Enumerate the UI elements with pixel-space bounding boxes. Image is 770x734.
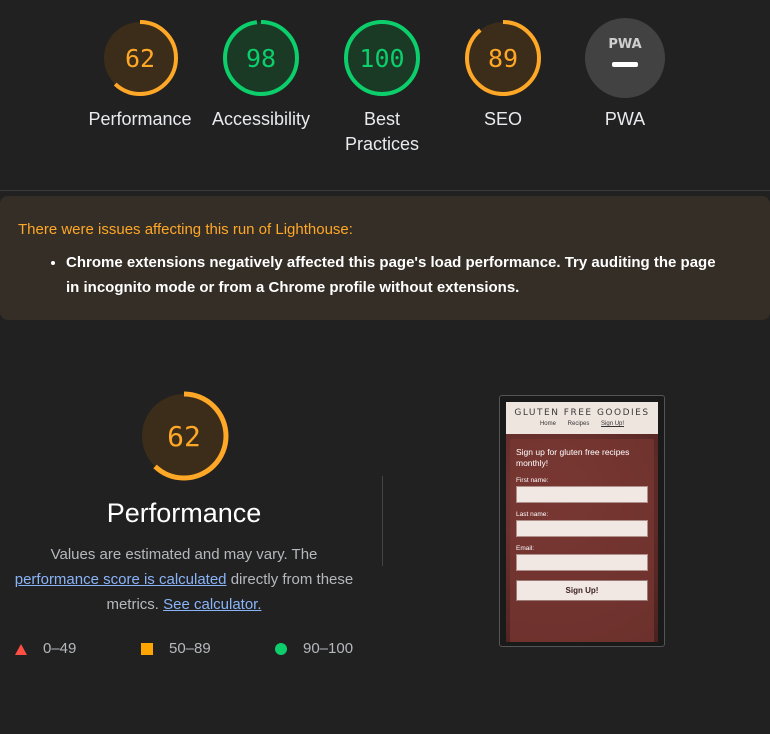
gauge-score: 100 bbox=[359, 44, 404, 73]
form-input bbox=[516, 486, 648, 503]
form-label: Last name: bbox=[516, 511, 549, 518]
triangle-icon bbox=[15, 643, 27, 655]
square-icon bbox=[141, 643, 153, 656]
category-gauges: 62 Performance 98 Accessibility 100 Best… bbox=[0, 0, 770, 191]
form-input bbox=[516, 520, 648, 537]
form-button: Sign Up! bbox=[516, 580, 648, 601]
performance-score: 62 bbox=[167, 420, 201, 453]
screenshot-site: GLUTEN FREE GOODIES Home Recipes Sign Up… bbox=[506, 402, 658, 642]
desc-text-1: Values are estimated and may vary. The bbox=[50, 546, 318, 563]
warning-title: There were issues affecting this run of … bbox=[18, 221, 353, 238]
warning-item: Chrome extensions negatively affected th… bbox=[66, 250, 726, 300]
legend-label: 90–100 bbox=[303, 640, 354, 657]
performance-description: Values are estimated and may vary. The p… bbox=[8, 542, 360, 617]
gauge-pwa[interactable]: PWA PWA bbox=[565, 18, 685, 132]
gauge-performance[interactable]: 62 Performance bbox=[80, 18, 200, 132]
legend-pass: 90–100 bbox=[275, 640, 353, 657]
form-label: Email: bbox=[516, 545, 535, 552]
gauge-label: Accessibility bbox=[211, 109, 311, 129]
legend-fail: 0–49 bbox=[15, 640, 76, 657]
site-signup-form: Sign up for gluten free recipes monthly!… bbox=[510, 439, 654, 642]
gauge-accessibility-ring: 98 bbox=[223, 20, 299, 96]
site-brand: GLUTEN FREE GOODIES bbox=[514, 408, 650, 418]
gauge-score: 98 bbox=[246, 44, 276, 73]
pwa-badge-icon: PWA bbox=[585, 18, 665, 98]
gauge-seo-ring: 89 bbox=[465, 20, 541, 96]
see-calculator-link[interactable]: See calculator. bbox=[163, 596, 261, 613]
site-nav-signup: Sign Up! bbox=[601, 421, 625, 427]
site-hero: Sign up for gluten free recipes monthly!… bbox=[506, 434, 658, 642]
gauge-seo[interactable]: 89 SEO bbox=[443, 18, 563, 132]
gauge-label: SEO bbox=[483, 109, 522, 129]
site-nav-recipes: Recipes bbox=[567, 421, 590, 427]
gauge-score: 89 bbox=[488, 44, 518, 73]
gauge-score: 62 bbox=[125, 44, 155, 73]
legend-average: 50–89 bbox=[141, 640, 211, 657]
gauge-best-practices-ring: 100 bbox=[344, 20, 420, 96]
performance-gauge[interactable]: 62 bbox=[138, 390, 230, 487]
site-nav-home: Home bbox=[539, 421, 556, 427]
legend-label: 50–89 bbox=[169, 640, 211, 657]
warning-list: Chrome extensions negatively affected th… bbox=[48, 250, 756, 300]
score-calculated-link[interactable]: performance score is calculated bbox=[15, 571, 227, 588]
gauge-best-practices[interactable]: 100 Best Practices bbox=[322, 18, 442, 157]
runtime-warning: There were issues affecting this run of … bbox=[0, 196, 770, 320]
gauge-label: PWA bbox=[604, 109, 646, 129]
performance-title: Performance bbox=[106, 498, 262, 528]
page-screenshot-thumbnail[interactable]: GLUTEN FREE GOODIES Home Recipes Sign Up… bbox=[499, 395, 665, 647]
pwa-badge-text: PWA bbox=[608, 37, 641, 52]
gauge-performance-ring: 62 bbox=[102, 20, 178, 96]
gauge-label: Performance bbox=[88, 109, 192, 129]
form-label: First name: bbox=[516, 477, 549, 484]
site-nav: Home Recipes Sign Up! bbox=[506, 421, 658, 427]
circle-icon bbox=[275, 643, 287, 656]
form-title: Sign up for gluten free recipes monthly! bbox=[516, 447, 630, 468]
vertical-divider bbox=[382, 476, 383, 566]
gauge-accessibility[interactable]: 98 Accessibility bbox=[201, 18, 321, 132]
form-input bbox=[516, 554, 648, 571]
pwa-dash bbox=[612, 62, 638, 67]
legend-label: 0–49 bbox=[43, 640, 77, 657]
gauge-label: Best Practices bbox=[344, 109, 420, 154]
performance-gauge-ring: 62 bbox=[139, 391, 229, 481]
